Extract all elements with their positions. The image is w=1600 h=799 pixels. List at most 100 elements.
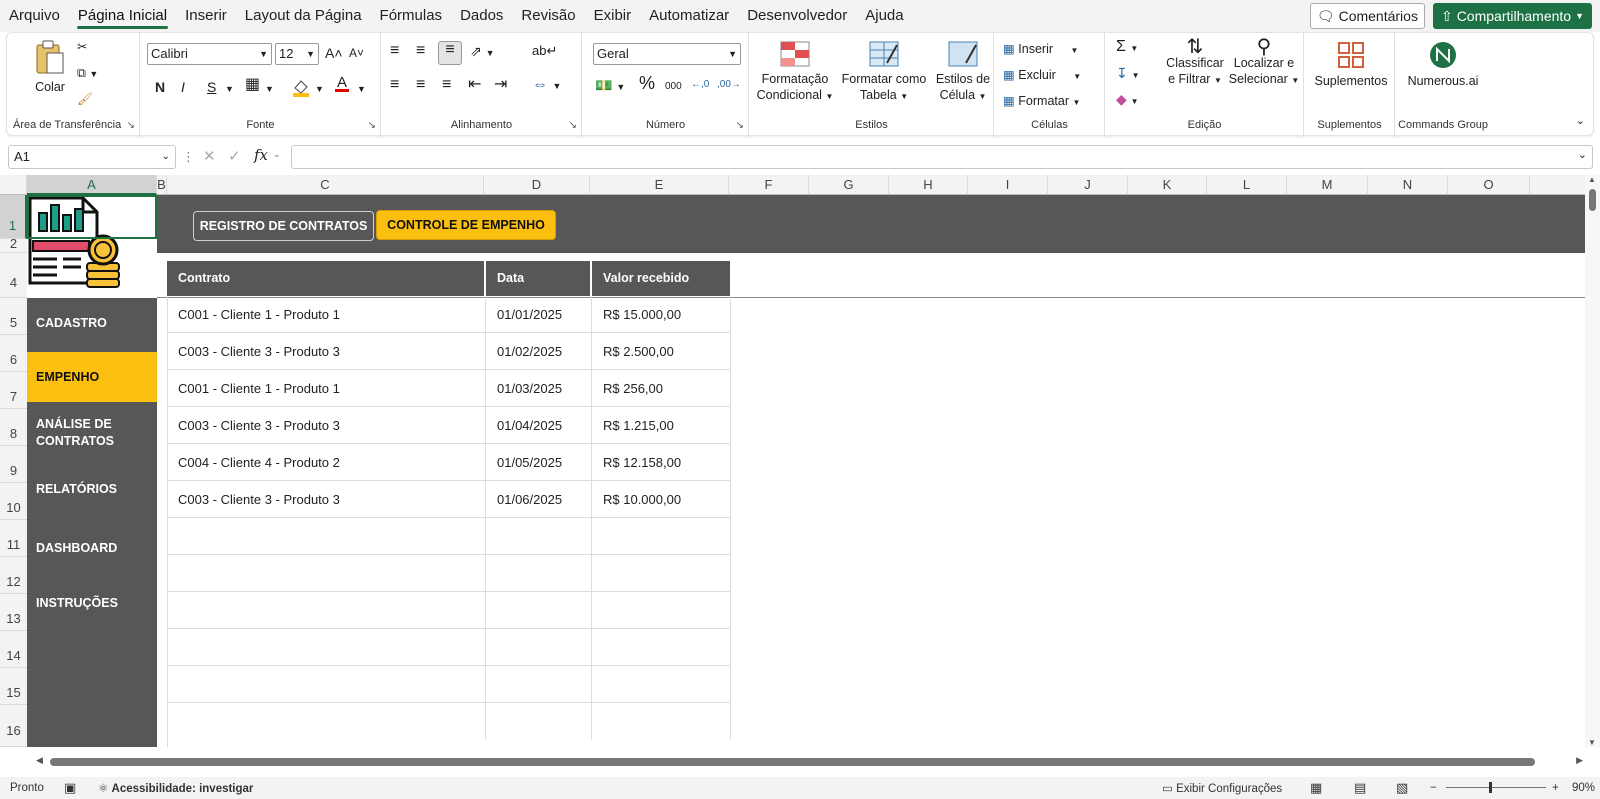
chevron-down-icon[interactable]: ▼ (265, 81, 274, 97)
header-valor-recebido[interactable]: Valor recebido (592, 261, 730, 296)
font-color-icon[interactable]: A (335, 75, 349, 92)
cell-contrato[interactable]: C003 - Cliente 3 - Produto 3 (167, 333, 486, 370)
cell-contrato[interactable]: C003 - Cliente 3 - Produto 3 (167, 407, 486, 444)
col-header-e[interactable]: E (590, 175, 729, 195)
cancel-icon[interactable]: ✕ (203, 147, 216, 165)
cell-contrato[interactable]: C001 - Cliente 1 - Produto 1 (167, 370, 486, 407)
zoom-in-icon[interactable]: + (1552, 782, 1559, 794)
increase-indent-icon[interactable]: ⇥ (494, 77, 507, 93)
row-header-5[interactable]: 5 (0, 298, 27, 335)
copy-icon[interactable]: ⧉ ▼ (77, 65, 98, 82)
row-header-10[interactable]: 10 (0, 483, 27, 520)
normal-view-icon[interactable]: ▦ (1310, 780, 1322, 796)
underline-button[interactable]: S (207, 79, 216, 95)
chevron-down-icon[interactable]: ▼ (357, 81, 366, 97)
controle-empenho-button[interactable]: CONTROLE DE EMPENHO (376, 210, 556, 240)
empty-cell[interactable] (486, 592, 592, 629)
format-painter-icon[interactable]: 🖌 (77, 91, 93, 107)
tab-formulas[interactable]: Fórmulas (371, 0, 452, 32)
align-top-icon[interactable]: ≡ (390, 43, 399, 59)
registro-contratos-button[interactable]: REGISTRO DE CONTRATOS (193, 211, 374, 241)
chevron-down-icon[interactable]: ▼ (225, 81, 234, 97)
font-size-select[interactable]: 12 ▼ (275, 43, 319, 65)
empty-cell[interactable] (486, 555, 592, 592)
col-header-b[interactable]: B (157, 175, 167, 195)
dialog-launcher-icon[interactable]: ↘ (736, 120, 744, 131)
scroll-left-icon[interactable]: ◀ (36, 755, 43, 766)
fill-color-icon[interactable] (291, 77, 311, 101)
percent-icon[interactable]: % (639, 74, 655, 92)
scroll-right-icon[interactable]: ▶ (1576, 755, 1583, 766)
horizontal-scrollbar[interactable]: ◀ ▶ (30, 755, 1585, 769)
dialog-launcher-icon[interactable]: ↘ (569, 120, 577, 131)
tab-layout[interactable]: Layout da Página (236, 0, 371, 32)
name-box[interactable]: A1 ⌄ (8, 145, 176, 169)
empty-cell[interactable] (486, 666, 592, 703)
collapse-ribbon-icon[interactable]: ⌄ (1576, 113, 1585, 129)
col-header-k[interactable]: K (1128, 175, 1207, 195)
expand-formula-icon[interactable]: ⌄ (1578, 148, 1587, 161)
cell-data[interactable]: 01/01/2025 (486, 296, 592, 333)
empty-cell[interactable] (167, 518, 486, 555)
zoom-level[interactable]: 90% (1572, 782, 1595, 794)
row-header-9[interactable]: 9 (0, 446, 27, 483)
tab-automatizar[interactable]: Automatizar (640, 0, 738, 32)
paste-button[interactable]: Colar (25, 39, 75, 95)
cell-valor[interactable]: R$ 1.215,00 (592, 407, 731, 444)
col-header-l[interactable]: L (1207, 175, 1287, 195)
zoom-slider-thumb[interactable] (1489, 782, 1492, 793)
tab-exibir[interactable]: Exibir (585, 0, 641, 32)
align-left-icon[interactable]: ≡ (390, 77, 399, 93)
align-bottom-icon[interactable]: ≡ (438, 41, 462, 65)
empty-cell[interactable] (592, 555, 731, 592)
cell-valor[interactable]: R$ 10.000,00 (592, 481, 731, 518)
cell-data[interactable]: 01/02/2025 (486, 333, 592, 370)
decrease-font-icon[interactable]: A˅ (349, 45, 364, 61)
tab-dados[interactable]: Dados (451, 0, 512, 32)
nav-item-relatorios[interactable]: RELATÓRIOS (27, 473, 157, 505)
display-settings[interactable]: ▭ Exibir Configurações (1162, 781, 1282, 795)
row-header-4[interactable]: 4 (0, 253, 27, 298)
col-header-n[interactable]: N (1368, 175, 1448, 195)
tab-inserir[interactable]: Inserir (176, 0, 236, 32)
empty-cell[interactable] (486, 518, 592, 555)
tab-pagina-inicial[interactable]: Página Inicial (69, 0, 176, 32)
tab-arquivo[interactable]: Arquivo (0, 0, 69, 32)
formula-input[interactable]: ⌄ (291, 145, 1593, 169)
vertical-scrollbar[interactable]: ▲ ▼ (1585, 175, 1600, 747)
empty-cell[interactable] (167, 592, 486, 629)
col-header-c[interactable]: C (167, 175, 484, 195)
nav-item-instrucoes[interactable]: INSTRUÇÕES (27, 587, 157, 619)
cell-valor[interactable]: R$ 2.500,00 (592, 333, 731, 370)
comma-style-icon[interactable]: 000 (665, 79, 682, 95)
vertical-scroll-thumb[interactable] (1589, 189, 1596, 211)
empty-cell[interactable] (592, 592, 731, 629)
tab-ajuda[interactable]: Ajuda (856, 0, 912, 32)
share-button[interactable]: ⇧ Compartilhamento ▼ (1432, 3, 1592, 29)
cell-data[interactable]: 01/04/2025 (486, 407, 592, 444)
sort-filter-button[interactable]: ⇅ Classificar e Filtrar ▼ (1164, 37, 1226, 89)
cell-styles-button[interactable]: Estilos de Célula ▼ (934, 41, 992, 105)
scroll-up-icon[interactable]: ▲ (1588, 175, 1596, 184)
row-header-8[interactable]: 8 (0, 409, 27, 446)
italic-button[interactable]: I (181, 79, 185, 95)
col-header-f[interactable]: F (729, 175, 809, 195)
conditional-formatting-button[interactable]: Formatação Condicional ▼ (756, 41, 834, 105)
empty-cell[interactable] (167, 555, 486, 592)
empty-cell[interactable] (592, 666, 731, 703)
cell-data[interactable]: 01/03/2025 (486, 370, 592, 407)
increase-decimal-icon[interactable]: ←,0 (691, 77, 709, 93)
zoom-slider[interactable] (1446, 787, 1546, 788)
col-header-a[interactable]: A (27, 175, 157, 195)
accounting-format-icon[interactable]: 💵 ▼ (595, 77, 625, 95)
orientation-icon[interactable]: ⇗ ▼ (470, 43, 495, 61)
col-header-h[interactable]: H (889, 175, 968, 195)
align-center-icon[interactable]: ≡ (416, 77, 425, 93)
col-header-d[interactable]: D (484, 175, 590, 195)
accessibility-status[interactable]: ⚛ Acessibilidade: investigar (98, 781, 253, 795)
borders-icon[interactable]: ▦ (245, 77, 260, 93)
insert-cells-button[interactable]: ▦ Inserir ▼ (1003, 41, 1078, 59)
row-header-12[interactable]: 12 (0, 557, 27, 594)
cell-valor[interactable]: R$ 12.158,00 (592, 444, 731, 481)
chevron-down-icon[interactable]: ▼ (315, 81, 324, 97)
